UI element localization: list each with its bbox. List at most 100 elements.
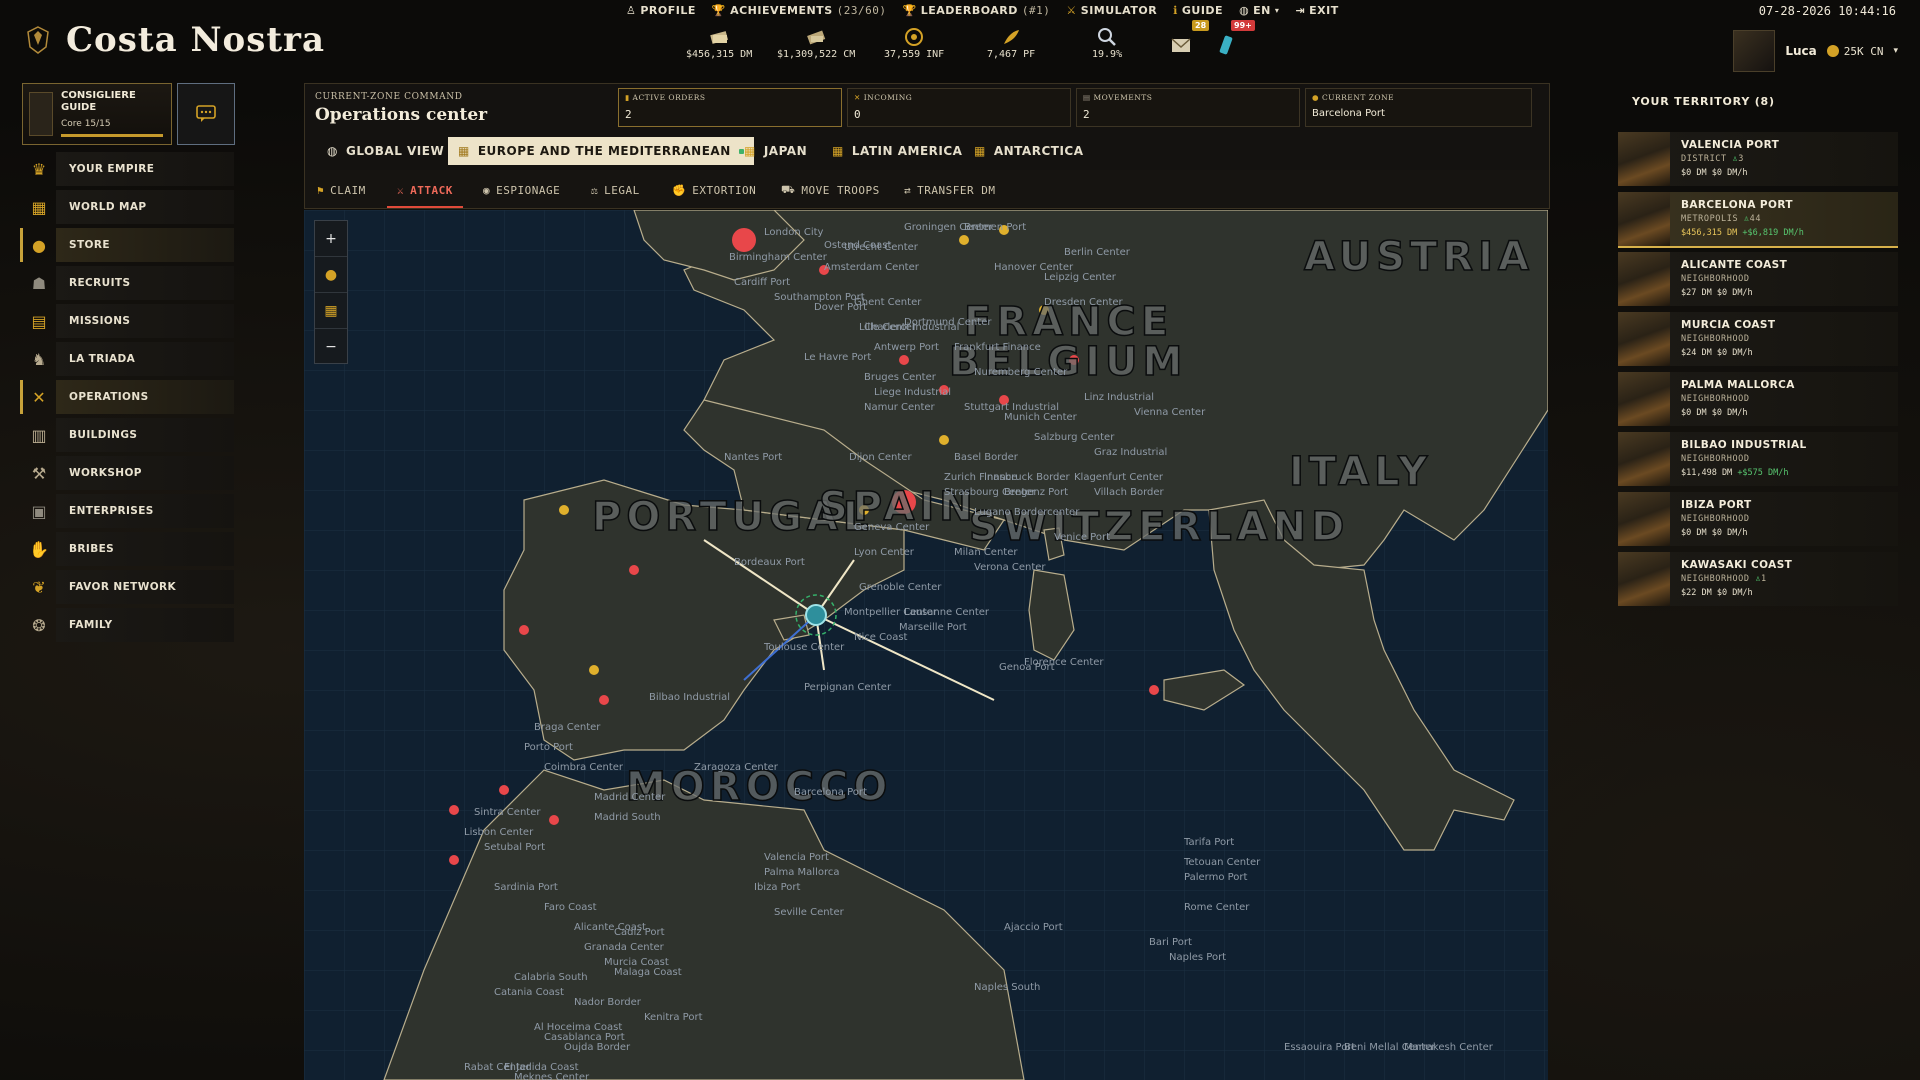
tab-claim[interactable]: ⚑ CLAIM	[317, 177, 366, 203]
territory-item[interactable]: PALMA MALLORCA NEIGHBORHOOD $0 DM $0 DM/h	[1618, 372, 1898, 426]
nav-exit[interactable]: ⇥ EXIT	[1295, 4, 1338, 17]
sidebar-item-missions[interactable]: ▤ MISSIONS	[22, 304, 234, 338]
zoom-in-button[interactable]: +	[315, 221, 347, 257]
territory-item[interactable]: IBIZA PORT NEIGHBORHOOD $0 DM $0 DM/h	[1618, 492, 1898, 546]
crown-icon: ♛	[31, 159, 47, 179]
city-label: Dijon Center	[849, 452, 912, 463]
tab-legal[interactable]: ⚖ LEGAL	[591, 177, 640, 203]
nav-achievements[interactable]: 🏆 ACHIEVEMENTS (23/60)	[712, 4, 887, 17]
sidebar-item-recruits[interactable]: ☗ RECRUITS	[22, 266, 234, 300]
city-label: Cadiz Port	[614, 927, 665, 938]
tab-global-view[interactable]: ◍ GLOBAL VIEW	[317, 137, 454, 165]
orders-icon: ▮	[625, 93, 630, 102]
territory-money: $24 DM $0 DM/h	[1681, 348, 1753, 358]
ops-label: CURRENT-ZONE COMMAND	[315, 92, 463, 102]
nav-leaderboard[interactable]: 🏆 LEADERBOARD (#1)	[902, 4, 1050, 17]
territory-item[interactable]: VALENCIA PORT DISTRICT ♙3 $0 DM $0 DM/h	[1618, 132, 1898, 186]
feather-icon	[1004, 30, 1020, 44]
sidebar-item-your-empire[interactable]: ♛ YOUR EMPIRE	[22, 152, 234, 186]
city-label: Basel Border	[954, 452, 1019, 463]
zoom-out-button[interactable]: −	[315, 329, 347, 364]
city-label: Palma Mallorca	[764, 867, 839, 878]
territory-money: $456,315 DM +$6,819 DM/h	[1681, 228, 1804, 238]
enemy-marker	[549, 815, 559, 825]
tab-attack[interactable]: ⚔ ATTACK	[387, 170, 463, 208]
chat-button[interactable]	[177, 83, 235, 145]
guide-progress	[61, 134, 163, 137]
magnifier-icon	[1098, 28, 1116, 46]
city-label: Cardiff Port	[734, 277, 790, 288]
ally-marker	[559, 505, 569, 515]
tab-move-troops[interactable]: ⛟ MOVE TROOPS	[781, 177, 880, 203]
sidebar-item-family[interactable]: ❂ FAMILY	[22, 608, 234, 642]
city-label: Innsbruck Border	[984, 472, 1071, 483]
tab-espionage[interactable]: ◉ ESPIONAGE	[483, 177, 560, 203]
favor-icon: ❦	[32, 577, 46, 597]
messages-button[interactable]: 28	[1170, 20, 1210, 56]
tab-europe[interactable]: ▦ EUROPE AND THE MEDITERRANEAN	[448, 137, 754, 165]
territory-thumbnail	[1618, 432, 1670, 486]
tab-japan[interactable]: ▦ JAPAN	[734, 137, 817, 165]
sidebar-item-la-triada[interactable]: ♞ LA TRIADA	[22, 342, 234, 376]
action-tabs: ⚑ CLAIM ⚔ ATTACK ◉ ESPIONAGE ⚖ LEGAL ✊ EXTORT…	[304, 170, 1550, 209]
city-label: Faro Coast	[544, 902, 597, 913]
nav-profile[interactable]: ♙ PROFILE	[626, 4, 696, 17]
sidebar-item-workshop[interactable]: ⚒ WORKSHOP	[22, 456, 234, 490]
world-map[interactable]: AUSTRIA FRANCE BELGIUM ITALY PORTUGAL SP…	[304, 210, 1548, 1080]
territory-thumbnail	[1618, 192, 1670, 246]
territory-class: NEIGHBORHOOD	[1681, 334, 1750, 344]
territory-class: NEIGHBORHOOD	[1681, 454, 1750, 464]
nav-guide[interactable]: ℹ GUIDE	[1173, 4, 1223, 17]
sidebar-item-enterprises[interactable]: ▣ ENTERPRISES	[22, 494, 234, 528]
city-label: Bordeaux Port	[734, 557, 805, 568]
phone-button[interactable]: 99+	[1215, 20, 1255, 56]
sidebar-item-world-map[interactable]: ▦ WORLD MAP	[22, 190, 234, 224]
city-label: El Jadida Coast	[504, 1062, 579, 1073]
person-icon: ♙	[626, 4, 637, 17]
sidebar-item-bribes[interactable]: ✋ BRIBES	[22, 532, 234, 566]
sidebar-item-operations[interactable]: ✕ OPERATIONS	[20, 380, 234, 414]
city-label: Lausanne Center	[904, 607, 990, 618]
territory-item[interactable]: BARCELONA PORT METROPOLIS ♙44 $456,315 DM …	[1618, 192, 1898, 248]
guide-title: CONSIGLIERE GUIDE	[61, 90, 136, 113]
layers-button[interactable]: ▦	[315, 293, 347, 329]
tab-transfer-dm[interactable]: ⇄ TRANSFER DM	[904, 177, 995, 203]
territory-item[interactable]: MURCIA COAST NEIGHBORHOOD $24 DM $0 DM/h	[1618, 312, 1898, 366]
info-icon: ℹ	[1173, 4, 1178, 17]
city-label: Antwerp Port	[874, 342, 939, 353]
sword-icon: ⚔	[397, 183, 405, 197]
territory-item[interactable]: BILBAO INDUSTRIAL NEIGHBORHOOD $11,498 DM…	[1618, 432, 1898, 486]
language-select[interactable]: ◍ EN ▾	[1239, 4, 1279, 17]
sidebar-item-buildings[interactable]: ▥ BUILDINGS	[22, 418, 234, 452]
territory-money: $22 DM $0 DM/h	[1681, 588, 1753, 598]
sidebar-item-favor-network[interactable]: ❦ FAVOR NETWORK	[22, 570, 234, 604]
trophy-icon: 🏆	[711, 4, 727, 17]
nav-simulator[interactable]: ⚔ SIMULATOR	[1066, 4, 1157, 17]
territory-item[interactable]: KAWASAKI COAST NEIGHBORHOOD ♙1 $22 DM $0 D…	[1618, 552, 1898, 606]
sidebar-item-store[interactable]: ● STORE	[20, 228, 234, 262]
city-label: Calabria South	[514, 972, 588, 983]
stat-movements: ▤ MOVEMENTS 2	[1076, 88, 1300, 127]
chevron-down-icon: ▾	[1274, 6, 1280, 15]
locate-button[interactable]: ●	[315, 257, 347, 293]
territory-thumbnail	[1618, 552, 1670, 606]
coin-icon	[1826, 45, 1839, 57]
city-label: Zaragoza Center	[694, 762, 779, 773]
ally-marker	[939, 435, 949, 445]
city-label: Bari Port	[1149, 937, 1192, 948]
city-label: Ghent Center	[854, 297, 922, 308]
city-label: Venice Port	[1054, 532, 1110, 543]
tab-antarctica[interactable]: ▦ ANTARCTICA	[964, 137, 1094, 165]
resource-percent: 19.9%	[1092, 27, 1122, 60]
city-label: Bruges Center	[864, 372, 937, 383]
consigliere-guide[interactable]: CONSIGLIERE GUIDE Core 15/15	[22, 83, 172, 145]
tab-latin-america[interactable]: ▦ LATIN AMERICA	[822, 137, 972, 165]
country-label: ITALY	[1289, 449, 1432, 495]
chat-icon	[196, 105, 216, 122]
city-label: Seville Center	[774, 907, 845, 918]
territory-item[interactable]: ALICANTE COAST NEIGHBORHOOD $27 DM $0 DM/…	[1618, 252, 1898, 306]
city-label: Nuremberg Center	[974, 367, 1068, 378]
user-info[interactable]: Luca 25K CN ▾	[1733, 30, 1898, 72]
tab-extortion[interactable]: ✊ EXTORTION	[672, 177, 756, 203]
territory-thumbnail	[1618, 312, 1670, 366]
